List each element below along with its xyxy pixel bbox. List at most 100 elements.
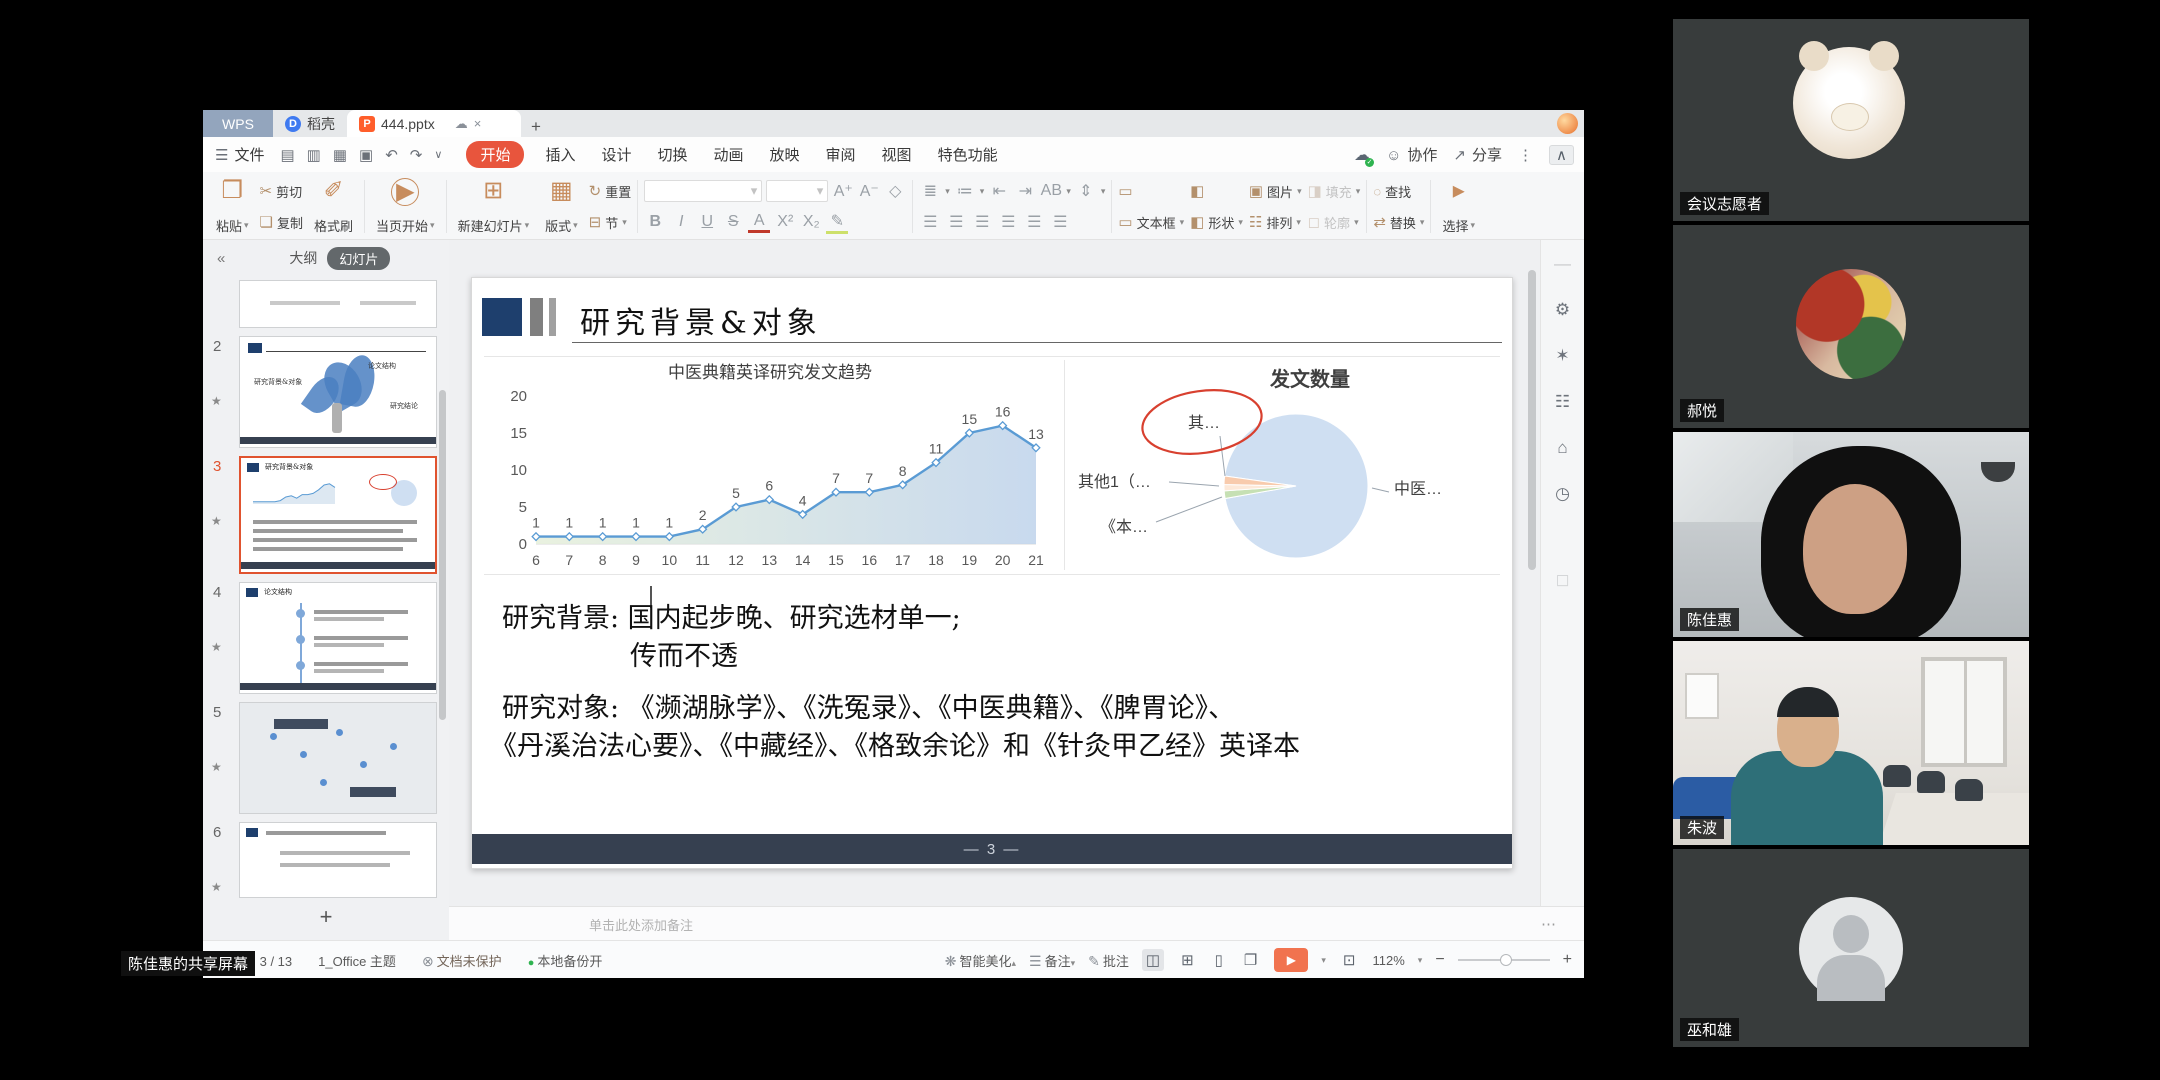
slide-thumbnail-5[interactable] — [239, 702, 437, 814]
body-line-2[interactable]: 传而不透 — [630, 634, 738, 673]
ribbon-increase-indent-button[interactable]: ⇥ — [1014, 181, 1036, 201]
docer-tab[interactable]: D 稻壳 — [273, 110, 347, 137]
slide-thumbnail-2[interactable]: 研究背景&对象论文结构研究结论 — [239, 336, 437, 448]
zoom-out-icon[interactable]: − — [1435, 951, 1444, 969]
menu-tab-动画[interactable]: 动画 — [701, 141, 757, 168]
menu-tab-设计[interactable]: 设计 — [588, 141, 644, 168]
body-line-1[interactable]: 研究背景: 国内起步晚、研究选材单一; — [502, 596, 961, 635]
pie-chart[interactable]: 发文数量中医…其…其他1（…《本… — [1072, 360, 1502, 572]
ribbon-strikethrough-button[interactable]: S — [722, 213, 744, 231]
menu-tab-特色功能[interactable]: 特色功能 — [925, 141, 1011, 168]
ribbon-节-button[interactable]: ⊟节▾ — [589, 209, 632, 235]
slide-thumbnail-1[interactable] — [239, 280, 437, 328]
slide-canvas[interactable]: 研究背景&对象 中医典籍英译研究发文趋势05101520161718191102… — [471, 277, 1513, 869]
participant-tile-朱波[interactable]: 朱波 — [1673, 641, 2029, 845]
ribbon-排列-button[interactable]: ☷排列▾ — [1249, 209, 1302, 235]
ribbon-font-color-button[interactable]: A — [748, 212, 770, 233]
menu-tab-切换[interactable]: 切换 — [644, 141, 700, 168]
export-icon[interactable]: ▥ — [307, 146, 321, 164]
view-reading-icon[interactable]: ▯ — [1211, 949, 1227, 971]
menu-tab-视图[interactable]: 视图 — [869, 141, 925, 168]
slide-thumbnail-3[interactable]: 研究背景&对象 — [239, 456, 437, 574]
ribbon-形状-button[interactable]: ◧形状▾ — [1190, 209, 1243, 235]
ribbon-distribute-button[interactable]: ☰ — [1023, 212, 1045, 232]
ribbon-粘贴-button[interactable]: ❐粘贴▾ — [211, 176, 254, 237]
participant-tile-会议志愿者[interactable]: 会议志愿者 — [1673, 19, 2029, 221]
hamburger-icon[interactable]: ☰ — [215, 146, 228, 164]
ribbon-italic-button[interactable]: I — [670, 213, 692, 231]
tab-outline[interactable]: 大纲 — [289, 248, 317, 268]
ribbon-justify-button[interactable]: ☰ — [997, 212, 1019, 232]
ribbon-tool-button[interactable]: ◧ — [1190, 178, 1243, 204]
fit-screen-icon[interactable]: ⊡ — [1339, 949, 1360, 971]
smart-beautify-button[interactable]: ❋智能美化▴ — [945, 951, 1016, 970]
participant-tile-郝悦[interactable]: 郝悦 — [1673, 225, 2029, 428]
menu-tab-插入[interactable]: 插入 — [532, 141, 588, 168]
ribbon-查找-button[interactable]: ◌查找 — [1373, 178, 1424, 204]
thumbnail-scrollbar[interactable] — [439, 390, 446, 720]
zoom-dropdown-icon[interactable]: ▾ — [1418, 955, 1423, 966]
ribbon-复制-button[interactable]: ❏复制 — [260, 209, 303, 235]
wps-home-tab[interactable]: WPS — [203, 110, 273, 137]
redo-icon[interactable]: ↷ — [410, 146, 423, 164]
share-button[interactable]: ↗分享 — [1447, 144, 1502, 165]
ribbon-选择-button[interactable]: ▸选择▾ — [1437, 176, 1480, 237]
ribbon-align-left-button[interactable]: ☰ — [919, 212, 941, 232]
ribbon-row-spacing-button[interactable]: ☰ — [1049, 212, 1071, 232]
collab-button[interactable]: ☺协作 — [1380, 144, 1437, 165]
drag-handle-icon[interactable]: — — [1554, 254, 1571, 274]
protect-status[interactable]: ⊗文档未保护 — [422, 951, 502, 970]
slide-thumbnail-4[interactable]: 论文结构 — [239, 582, 437, 694]
ribbon-underline-button[interactable]: U — [696, 213, 718, 231]
file-menu[interactable]: 文件 — [234, 144, 264, 165]
history-icon[interactable]: ◷ — [1555, 484, 1570, 504]
participant-tile-陈佳惠[interactable]: 陈佳惠 — [1673, 432, 2029, 637]
notes-button[interactable]: ☰备注▾ — [1029, 951, 1075, 970]
notes-more-icon[interactable]: ⋯ — [1541, 915, 1584, 933]
view-play-icon[interactable]: ❐ — [1240, 949, 1261, 971]
beautify-icon[interactable]: ✶ — [1555, 346, 1569, 366]
zoom-slider[interactable] — [1458, 959, 1550, 961]
body-line-4[interactable]: 《丹溪治法心要》、《中藏经》、《格致余论》和《针灸甲乙经》英译本 — [490, 724, 1300, 763]
menu-tab-放映[interactable]: 放映 — [757, 141, 813, 168]
ribbon-highlight-button[interactable]: ✎ — [826, 211, 848, 234]
new-tab-button[interactable]: + — [531, 117, 541, 137]
ribbon-重置-button[interactable]: ↻重置 — [589, 178, 632, 204]
ribbon-bold-button[interactable]: B — [644, 213, 666, 231]
zoom-in-icon[interactable]: + — [1563, 951, 1572, 969]
ribbon-剪切-button[interactable]: ✂剪切 — [260, 178, 303, 204]
menu-tab-开始[interactable]: 开始 — [466, 141, 524, 168]
collapse-panel-icon[interactable]: « — [217, 250, 225, 267]
ribbon-decrease-indent-button[interactable]: ⇤ — [988, 181, 1010, 201]
cloud-saved-icon[interactable]: ☁✓ — [1354, 145, 1370, 165]
font-family-select[interactable]: ▾ — [644, 180, 762, 202]
ribbon-文本框-button[interactable]: ▭文本框▾ — [1118, 209, 1184, 235]
ribbon-align-center-button[interactable]: ☰ — [945, 212, 967, 232]
font-size-select[interactable]: ▾ — [766, 180, 828, 202]
view-normal-icon[interactable]: ◫ — [1142, 949, 1164, 971]
ribbon-char-spacing-button[interactable]: AB — [1040, 182, 1062, 200]
ribbon-替换-button[interactable]: ⇄替换▾ — [1373, 209, 1424, 235]
chevron-down-icon[interactable]: ∨ — [434, 148, 442, 161]
ribbon-numbered-list-button[interactable]: ≔ — [954, 181, 976, 201]
print-preview-icon[interactable]: ▣ — [359, 146, 373, 164]
save-icon[interactable]: ▤ — [280, 146, 294, 164]
ribbon-格式刷-button[interactable]: ✐格式刷 — [309, 176, 358, 237]
view-sorter-icon[interactable]: ⊞ — [1177, 949, 1198, 971]
ribbon-当页开始-button[interactable]: ▶当页开始▾ — [371, 176, 440, 237]
zoom-level[interactable]: 112% — [1372, 953, 1404, 968]
ribbon-tool-button[interactable]: ▭ — [1118, 178, 1184, 204]
ribbon-图片-button[interactable]: ▣图片▾ — [1249, 178, 1302, 204]
slideshow-play-button[interactable]: ▶ — [1274, 948, 1308, 972]
body-line-3[interactable]: 研究对象: 《濒湖脉学》、《洗冤录》、《中医典籍》、《脾胃论》、 — [502, 686, 1235, 725]
theme-name[interactable]: 1_Office 主题 — [318, 951, 396, 970]
comment-button[interactable]: ✎批注 — [1088, 951, 1129, 970]
more-options-icon[interactable]: ⋮ — [1518, 146, 1533, 164]
participant-tile-巫和雄[interactable]: 巫和雄 — [1673, 849, 2029, 1047]
ribbon-align-right-button[interactable]: ☰ — [971, 212, 993, 232]
print-icon[interactable]: ▦ — [333, 146, 347, 164]
user-avatar[interactable] — [1557, 113, 1578, 134]
ribbon-subscript-button[interactable]: X₂ — [800, 213, 822, 231]
properties-icon[interactable]: ⚙ — [1555, 300, 1570, 320]
ribbon-bullet-list-button[interactable]: ≣ — [919, 181, 941, 201]
